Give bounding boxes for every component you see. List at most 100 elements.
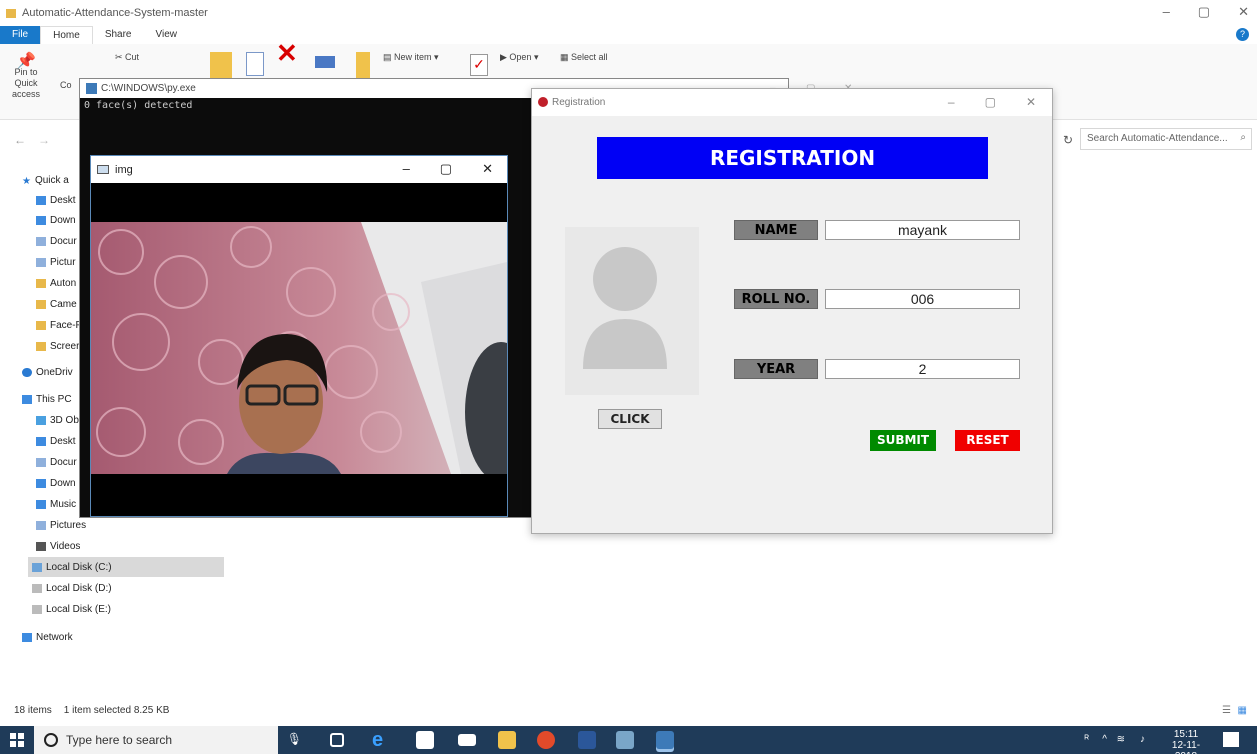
close-icon[interactable]: ✕ xyxy=(1026,95,1036,109)
large-icons-view-icon[interactable]: ▦ xyxy=(1238,705,1247,716)
delete-icon[interactable]: ✕ xyxy=(276,40,298,66)
click-photo-button[interactable]: CLICK xyxy=(598,409,662,429)
open-button[interactable]: ▶ Open ▾ xyxy=(500,52,538,63)
tab-view[interactable]: View xyxy=(144,26,190,44)
sidebar-item[interactable]: Videos xyxy=(36,536,80,556)
store-icon[interactable] xyxy=(416,731,434,749)
folder-icon xyxy=(6,8,16,18)
tab-share[interactable]: Share xyxy=(93,26,144,44)
wifi-icon[interactable]: ≋ xyxy=(1117,734,1125,745)
sidebar-item[interactable]: Down xyxy=(36,473,76,493)
copy-button[interactable]: Co xyxy=(60,80,72,91)
folder-icon xyxy=(36,195,46,205)
file-explorer-icon[interactable] xyxy=(498,731,516,749)
sidebar-item[interactable]: Deskt xyxy=(36,431,76,451)
word-icon[interactable] xyxy=(578,731,596,749)
sidebar-item[interactable]: Face-F xyxy=(36,315,82,335)
img-titlebar: img – ▢ ✕ xyxy=(91,156,507,183)
select-all-button[interactable]: ▦ Select all xyxy=(560,52,608,63)
name-label: NAME xyxy=(734,220,818,240)
rename-icon[interactable] xyxy=(315,56,335,68)
year-field[interactable]: 2 xyxy=(825,359,1020,379)
sidebar-item[interactable]: Down xyxy=(36,210,76,230)
sidebar-item[interactable]: Music xyxy=(36,494,76,514)
music-icon xyxy=(36,499,46,509)
sidebar-item[interactable]: Pictur xyxy=(36,252,76,272)
back-arrow-icon[interactable]: ← xyxy=(14,133,26,147)
properties-icon[interactable]: ✓ xyxy=(470,54,488,76)
system-tray: ᴿ ^ ≋ ♪ 15:11 12-11-2018 xyxy=(1084,729,1211,754)
submit-button[interactable]: SUBMIT xyxy=(870,430,936,451)
chevron-up-icon[interactable]: ^ xyxy=(1102,734,1107,745)
reset-button[interactable]: RESET xyxy=(955,430,1020,451)
roll-no-field[interactable]: 006 xyxy=(825,289,1020,309)
folder-icon xyxy=(36,215,46,225)
selection-info: 1 item selected 8.25 KB xyxy=(63,704,170,716)
mail-icon[interactable] xyxy=(458,734,476,746)
sidebar-item-onedrive[interactable]: OneDriv xyxy=(22,362,73,382)
notification-icon[interactable] xyxy=(1223,732,1239,747)
drive-icon xyxy=(32,562,42,572)
avatar xyxy=(565,227,699,395)
pin-button[interactable]: 📌 Pin to Quick access xyxy=(6,53,46,100)
sidebar-item-local-disk-e[interactable]: Local Disk (E:) xyxy=(32,599,111,619)
sidebar-item[interactable]: Auton xyxy=(36,273,76,293)
tab-file[interactable]: File xyxy=(0,26,41,44)
folder-icon xyxy=(36,436,46,446)
chrome-icon[interactable] xyxy=(537,731,555,749)
video-icon xyxy=(36,541,46,551)
app-icon[interactable] xyxy=(616,731,634,749)
forward-arrow-icon[interactable]: → xyxy=(38,133,50,147)
people-icon[interactable]: ᴿ xyxy=(1084,734,1089,745)
sidebar-item-this-pc[interactable]: This PC xyxy=(22,389,72,409)
sidebar-item[interactable]: Docur xyxy=(36,452,77,472)
sidebar-item-local-disk-d[interactable]: Local Disk (D:) xyxy=(32,578,112,598)
sidebar-item[interactable]: Screer xyxy=(36,336,79,356)
close-icon[interactable]: ✕ xyxy=(1238,4,1249,20)
sidebar-item[interactable]: Came xyxy=(36,294,77,314)
sidebar-item[interactable]: 3D Ob xyxy=(36,410,79,430)
sidebar-item-network[interactable]: Network xyxy=(22,627,73,647)
volume-icon[interactable]: ♪ xyxy=(1140,734,1145,745)
pin-icon: 📌 xyxy=(16,53,36,70)
microphone-icon[interactable]: 🎙 xyxy=(287,732,302,746)
taskbar-search-input[interactable]: Type here to search 🎙 xyxy=(34,726,302,754)
help-icon[interactable]: ? xyxy=(1236,28,1249,41)
refresh-icon[interactable]: ↻ xyxy=(1063,133,1073,147)
minimize-icon[interactable]: – xyxy=(948,95,955,109)
webcam-feed xyxy=(91,222,507,474)
img-window[interactable]: img – ▢ ✕ xyxy=(90,155,508,517)
edge-browser-icon[interactable]: e xyxy=(372,730,390,750)
user-silhouette-icon xyxy=(583,247,667,369)
registration-window[interactable]: Registration – ▢ ✕ REGISTRATION CLICK NA… xyxy=(531,88,1053,534)
minimize-icon[interactable]: – xyxy=(403,161,410,177)
sidebar-item[interactable]: Docur xyxy=(36,231,77,251)
folder-icon xyxy=(36,236,46,246)
network-icon xyxy=(22,632,32,642)
new-item-button[interactable]: ▤ New item ▾ xyxy=(383,52,439,63)
minimize-icon[interactable]: – xyxy=(1163,4,1170,20)
explorer-search-input[interactable]: Search Automatic-Attendance... ⌕ xyxy=(1080,128,1252,150)
maximize-icon[interactable]: ▢ xyxy=(985,95,996,109)
copy-to-icon[interactable] xyxy=(246,52,264,76)
details-view-icon[interactable]: ☰ xyxy=(1222,705,1231,716)
name-field[interactable]: mayank xyxy=(825,220,1020,240)
sidebar-item[interactable]: Pictures xyxy=(36,515,86,535)
task-view-icon[interactable] xyxy=(330,733,344,747)
python-icon[interactable] xyxy=(656,731,674,749)
windows-start-icon[interactable] xyxy=(10,733,24,747)
move-to-icon[interactable] xyxy=(210,52,232,78)
maximize-icon[interactable]: ▢ xyxy=(440,161,452,177)
sidebar-item-quick-access[interactable]: ★ Quick a xyxy=(22,170,69,190)
sidebar-item[interactable]: Deskt xyxy=(36,190,76,210)
search-icon: ⌕ xyxy=(1240,132,1246,143)
close-icon[interactable]: ✕ xyxy=(482,161,493,177)
sidebar-item-local-disk-c[interactable]: Local Disk (C:) xyxy=(28,557,224,577)
maximize-icon[interactable]: ▢ xyxy=(1198,4,1210,20)
new-folder-icon[interactable] xyxy=(356,52,370,80)
cut-button[interactable]: ✂ Cut xyxy=(115,52,139,63)
folder-icon xyxy=(36,415,46,425)
cloud-icon xyxy=(22,367,32,377)
tab-home[interactable]: Home xyxy=(40,26,93,44)
clock[interactable]: 15:11 12-11-2018 xyxy=(1161,729,1211,754)
